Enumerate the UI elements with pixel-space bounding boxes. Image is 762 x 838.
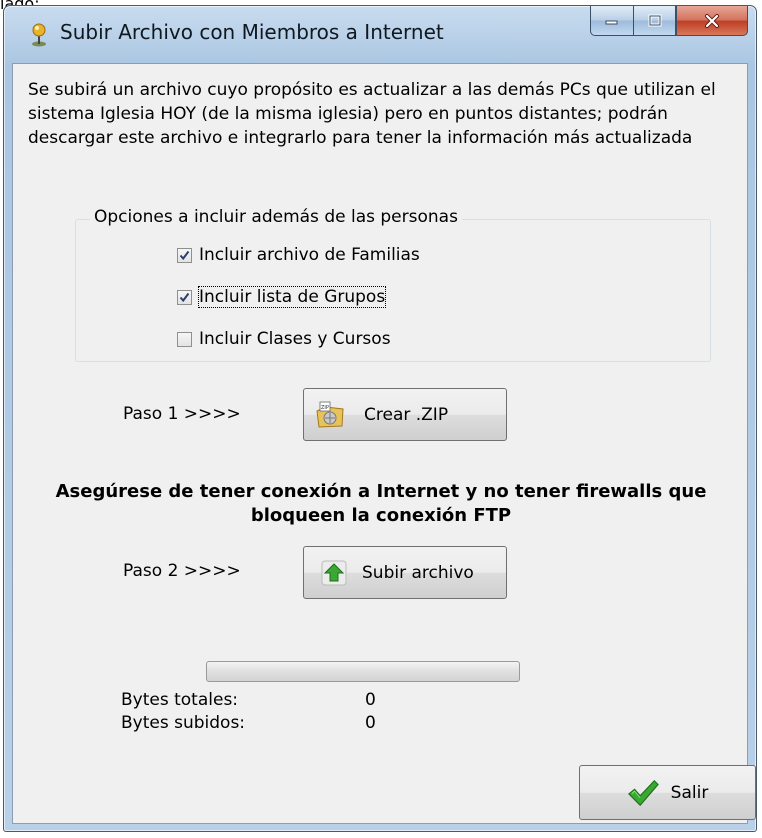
upload-file-label: Subir archivo (362, 562, 474, 583)
exit-label: Salir (670, 782, 709, 803)
upload-progress-bar (206, 661, 520, 682)
minimize-icon (605, 20, 618, 24)
step2-label: Paso 2 >>>> (123, 561, 241, 581)
checkbox-classes[interactable]: Incluir Clases y Cursos (177, 329, 391, 349)
checkmark-icon (627, 777, 659, 809)
app-pin-icon (28, 22, 50, 48)
maximize-icon (648, 14, 661, 26)
upload-file-button[interactable]: Subir archivo (303, 546, 507, 599)
options-groupbox: Opciones a incluir además de las persona… (75, 207, 711, 362)
create-zip-label: Crear .ZIP (364, 404, 449, 425)
minimize-button[interactable] (590, 6, 633, 36)
maximize-button[interactable] (633, 6, 676, 36)
bytes-total-value: 0 (365, 690, 376, 710)
options-legend: Opciones a incluir además de las persona… (90, 207, 462, 227)
check-mark-icon (179, 250, 190, 260)
description-text: Se subirá un archivo cuyo propósito es a… (28, 80, 716, 148)
step1-label: Paso 1 >>>> (123, 404, 241, 424)
checkbox-label: Incluir archivo de Familias (199, 245, 420, 265)
create-zip-button[interactable]: ZIP Crear .ZIP (303, 388, 507, 441)
svg-text:ZIP: ZIP (321, 405, 329, 411)
dialog-client-area: Se subirá un archivo cuyo propósito es a… (12, 63, 756, 824)
checkbox-icon[interactable] (177, 247, 192, 263)
checkbox-label: Incluir lista de Grupos (197, 286, 387, 308)
bytes-sent-value: 0 (365, 713, 376, 733)
upload-dialog: Subir Archivo con Miembros a Internet Se… (3, 5, 757, 832)
warning-text: Asegúrese de tener conexión a Internet y… (55, 481, 707, 526)
checkbox-icon[interactable] (177, 331, 192, 347)
checkbox-families[interactable]: Incluir archivo de Familias (177, 245, 420, 265)
upload-arrow-icon (318, 557, 350, 589)
bytes-total-label: Bytes totales: (121, 690, 239, 710)
checkbox-groups[interactable]: Incluir lista de Grupos (177, 286, 387, 308)
close-icon (705, 13, 719, 28)
check-mark-icon (179, 292, 190, 302)
zip-folder-icon: ZIP (314, 399, 346, 431)
checkbox-icon[interactable] (177, 289, 192, 305)
caption-buttons (590, 6, 748, 38)
close-button[interactable] (676, 6, 748, 36)
exit-button[interactable]: Salir (579, 765, 756, 820)
window-title: Subir Archivo con Miembros a Internet (60, 20, 444, 44)
title-bar[interactable]: Subir Archivo con Miembros a Internet (4, 6, 756, 63)
checkbox-label: Incluir Clases y Cursos (199, 329, 391, 349)
bytes-sent-label: Bytes subidos: (121, 713, 246, 733)
